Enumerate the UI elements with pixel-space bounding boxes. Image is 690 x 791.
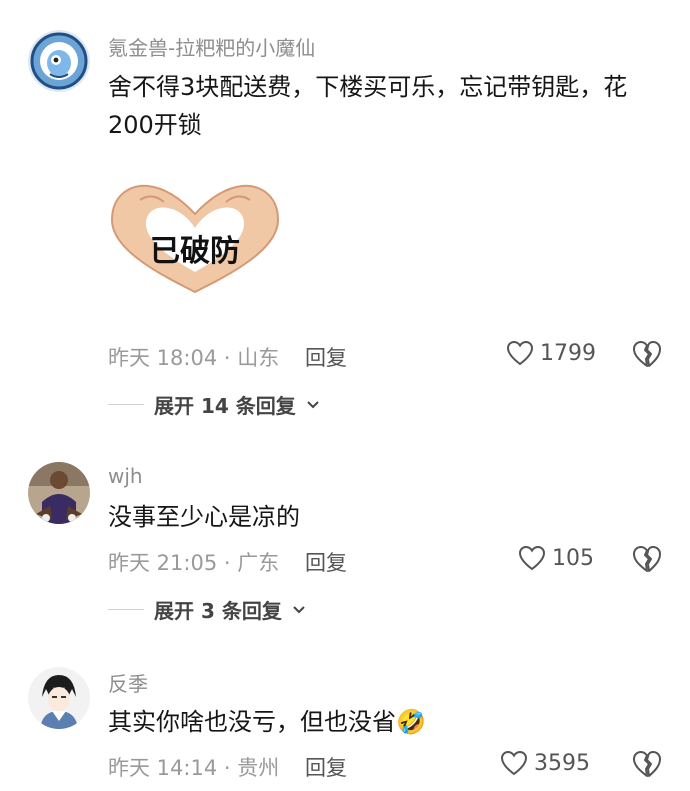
broken-heart-icon bbox=[633, 341, 661, 367]
broken-heart-icon bbox=[633, 546, 661, 572]
comment-text: 其实你啥也没亏，但也没省🤣 bbox=[108, 703, 668, 741]
reply-button[interactable]: 回复 bbox=[305, 752, 347, 782]
comment-time-location: 昨天 14:14 · 贵州 bbox=[108, 756, 280, 780]
expand-divider bbox=[108, 404, 144, 405]
like-button[interactable]: 1799 bbox=[506, 340, 596, 366]
expand-divider bbox=[108, 609, 144, 610]
chevron-down-icon bbox=[293, 605, 305, 613]
broken-heart-icon bbox=[633, 751, 661, 777]
reply-button[interactable]: 回复 bbox=[305, 547, 347, 577]
expand-replies-label: 展开 3 条回复 bbox=[154, 599, 282, 623]
heart-outline-icon bbox=[518, 545, 546, 571]
comment-text: 舍不得3块配送费，下楼买可乐，忘记带钥匙，花200开锁 bbox=[108, 73, 628, 139]
username[interactable]: wjh bbox=[108, 464, 143, 488]
expand-replies-button[interactable]: 展开 14 条回复 bbox=[108, 390, 320, 419]
like-button[interactable]: 3595 bbox=[500, 750, 590, 776]
avatar[interactable] bbox=[28, 462, 90, 524]
like-button[interactable]: 105 bbox=[518, 545, 594, 571]
comment-text-body: 其实你啥也没亏，但也没省 bbox=[108, 708, 396, 736]
laughing-emoji-icon: 🤣 bbox=[396, 708, 426, 736]
username[interactable]: 反季 bbox=[108, 668, 148, 697]
like-count: 105 bbox=[552, 545, 594, 571]
chevron-down-icon bbox=[307, 400, 319, 408]
like-count: 3595 bbox=[534, 750, 590, 776]
dislike-button[interactable] bbox=[632, 750, 662, 780]
dislike-button[interactable] bbox=[632, 340, 662, 370]
sticker-image[interactable]: 已破防 bbox=[106, 180, 284, 298]
expand-replies-button[interactable]: 展开 3 条回复 bbox=[108, 595, 306, 624]
avatar[interactable] bbox=[28, 667, 90, 729]
heart-outline-icon bbox=[506, 340, 534, 366]
dislike-button[interactable] bbox=[632, 545, 662, 575]
avatar[interactable] bbox=[28, 30, 90, 92]
comment-time-location: 昨天 21:05 · 广东 bbox=[108, 551, 280, 575]
reply-button[interactable]: 回复 bbox=[305, 342, 347, 372]
comment-time-location: 昨天 18:04 · 山东 bbox=[108, 346, 280, 370]
username[interactable]: 氪金兽-拉粑粑的小魔仙 bbox=[108, 32, 315, 61]
like-count: 1799 bbox=[540, 340, 596, 366]
expand-replies-label: 展开 14 条回复 bbox=[154, 394, 296, 418]
comment-text: 没事至少心是凉的 bbox=[108, 503, 300, 531]
sticker-text: 已破防 bbox=[150, 234, 240, 269]
heart-outline-icon bbox=[500, 750, 528, 776]
